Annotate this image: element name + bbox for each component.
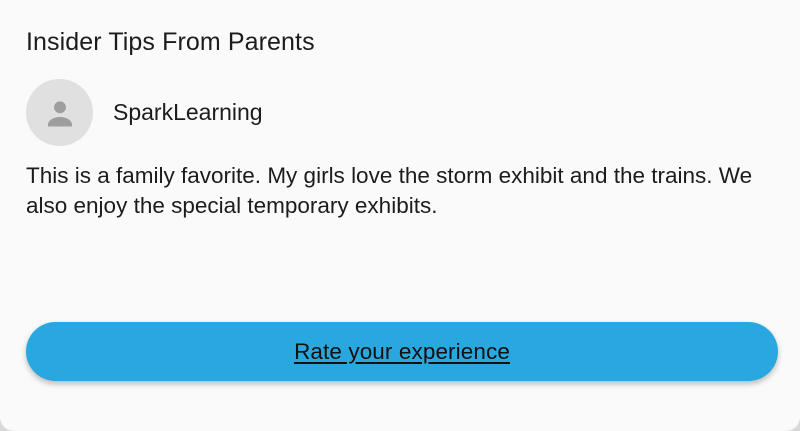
rate-experience-button[interactable]: Rate your experience xyxy=(26,322,778,381)
avatar xyxy=(26,79,93,146)
review-author-name: SparkLearning xyxy=(113,99,263,125)
section-title: Insider Tips From Parents xyxy=(26,28,315,56)
parent-tips-card: Insider Tips From Parents SparkLearning … xyxy=(0,0,800,431)
review-text: This is a family favorite. My girls love… xyxy=(26,163,753,218)
rate-experience-label: Rate your experience xyxy=(294,338,510,364)
person-icon xyxy=(43,96,77,130)
review-author-row: SparkLearning xyxy=(26,79,263,146)
